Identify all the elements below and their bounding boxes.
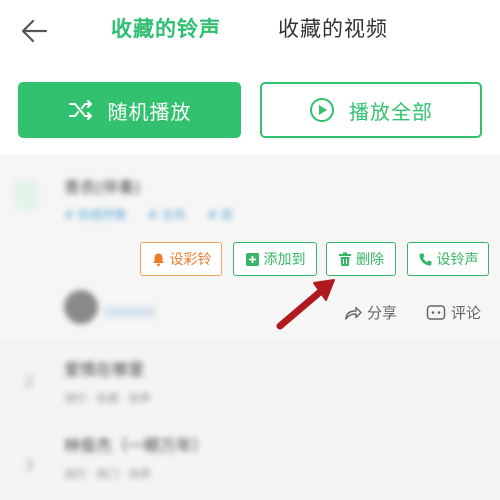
playing-indicator [14,180,38,210]
set-ringback-label: 设彩铃 [169,252,212,268]
song-index: 3 [24,456,35,475]
tab-favorite-ringtones[interactable]: 收藏的铃声 [111,14,221,44]
comment-button[interactable]: 评论 [426,302,481,323]
tab-favorite-videos[interactable]: 收藏的视频 [278,14,388,44]
song-tags: # 伤感抒情 # 古风 # 民 [64,206,251,223]
share-button[interactable]: 分享 [344,302,397,323]
trash-icon [339,252,351,266]
add-to-label: 添加到 [263,252,306,268]
annotation-arrow [276,279,335,330]
song-title[interactable]: 爱情在哪里 [64,356,144,380]
uploader-name [104,306,156,318]
song-meta: 流行 · 伤感 · 铃声 [64,392,151,405]
plus-square-icon [245,252,259,266]
comment-label: 评论 [451,304,482,322]
set-ringtone-label: 设铃声 [436,252,479,268]
comment-icon [426,304,446,320]
random-play-label: 随机播放 [107,99,192,124]
set-ringtone-button[interactable]: 设铃声 [407,242,489,276]
avatar[interactable] [64,290,98,324]
set-ringback-button[interactable]: 设彩铃 [140,242,222,276]
song-tag[interactable]: # 伤感抒情 [64,208,126,222]
song-tag[interactable]: # 民 [207,208,233,222]
song-index: 2 [24,372,35,391]
play-circle-icon [310,98,334,122]
back-arrow-icon[interactable] [18,14,52,48]
header: 收藏的铃声 收藏的视频 [0,0,500,62]
song-title[interactable]: 青衣(伴奏) [64,174,141,198]
song-title[interactable]: 林俊杰（一眼万年） [64,432,208,456]
song-meta: 流行 · 热门 · 铃声 [64,468,151,481]
bell-icon [152,253,164,266]
play-all-label: 播放全部 [349,99,433,124]
song-tag[interactable]: # 古风 [148,208,186,222]
divider [0,342,500,343]
shuffle-icon [68,100,92,120]
delete-label: 删除 [356,252,384,268]
play-all-button[interactable]: 播放全部 [260,82,482,138]
share-label: 分享 [367,304,398,322]
random-play-button[interactable]: 随机播放 [18,82,241,138]
phone-icon [419,253,431,265]
